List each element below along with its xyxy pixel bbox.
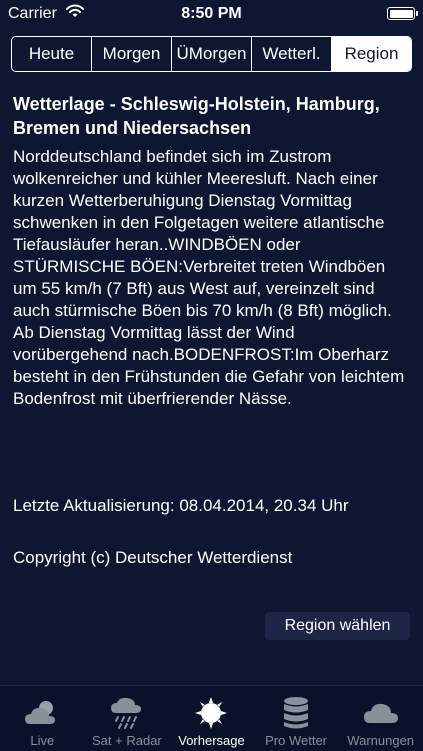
battery-icon [387, 7, 418, 20]
cloud-rain-icon [105, 693, 149, 733]
segment-heute[interactable]: Heute [12, 37, 92, 71]
tab-label: Warnungen [347, 733, 415, 748]
clock: 8:50 PM [181, 5, 242, 22]
tab-label: Sat + Radar [92, 733, 162, 748]
status-bar: Carrier 8:50 PM [0, 0, 423, 28]
segment-wetterlage[interactable]: Wetterl. [252, 37, 332, 71]
tab-bar: Live Sat + Radar Vorhersage Pro Wetter W… [0, 685, 423, 751]
cloud-icon [359, 693, 403, 733]
report-title: Wetterlage - Schleswig-Holstein, Hamburg… [13, 94, 380, 138]
sun-icon [189, 693, 233, 733]
tab-warnungen[interactable]: Warnungen [338, 686, 423, 751]
report-body: Norddeutschland befindet sich im Zustrom… [13, 147, 405, 408]
segment-region[interactable]: Region [332, 37, 411, 71]
choose-region-button[interactable]: Region wählen [265, 612, 410, 640]
tab-sat-radar[interactable]: Sat + Radar [85, 686, 170, 751]
tab-label: Live [30, 733, 55, 748]
segment-morgen[interactable]: Morgen [92, 37, 172, 71]
tab-pro-wetter[interactable]: Pro Wetter [254, 686, 339, 751]
tab-label: Vorhersage [178, 733, 245, 748]
forecast-segmented-control: Heute Morgen ÜMorgen Wetterl. Region [11, 36, 412, 72]
cloud-sun-icon [20, 693, 64, 733]
last-update-text: Letzte Aktualisierung: 08.04.2014, 20.34… [13, 496, 349, 515]
database-icon [274, 693, 318, 733]
tab-live[interactable]: Live [0, 686, 85, 751]
copyright-text: Copyright (c) Deutscher Wetterdienst [13, 548, 293, 567]
report-content: Wetterlage - Schleswig-Holstein, Hamburg… [13, 92, 413, 410]
tab-label: Pro Wetter [265, 733, 328, 748]
tab-vorhersage[interactable]: Vorhersage [169, 686, 254, 751]
segment-uebermorgen[interactable]: ÜMorgen [172, 37, 252, 71]
